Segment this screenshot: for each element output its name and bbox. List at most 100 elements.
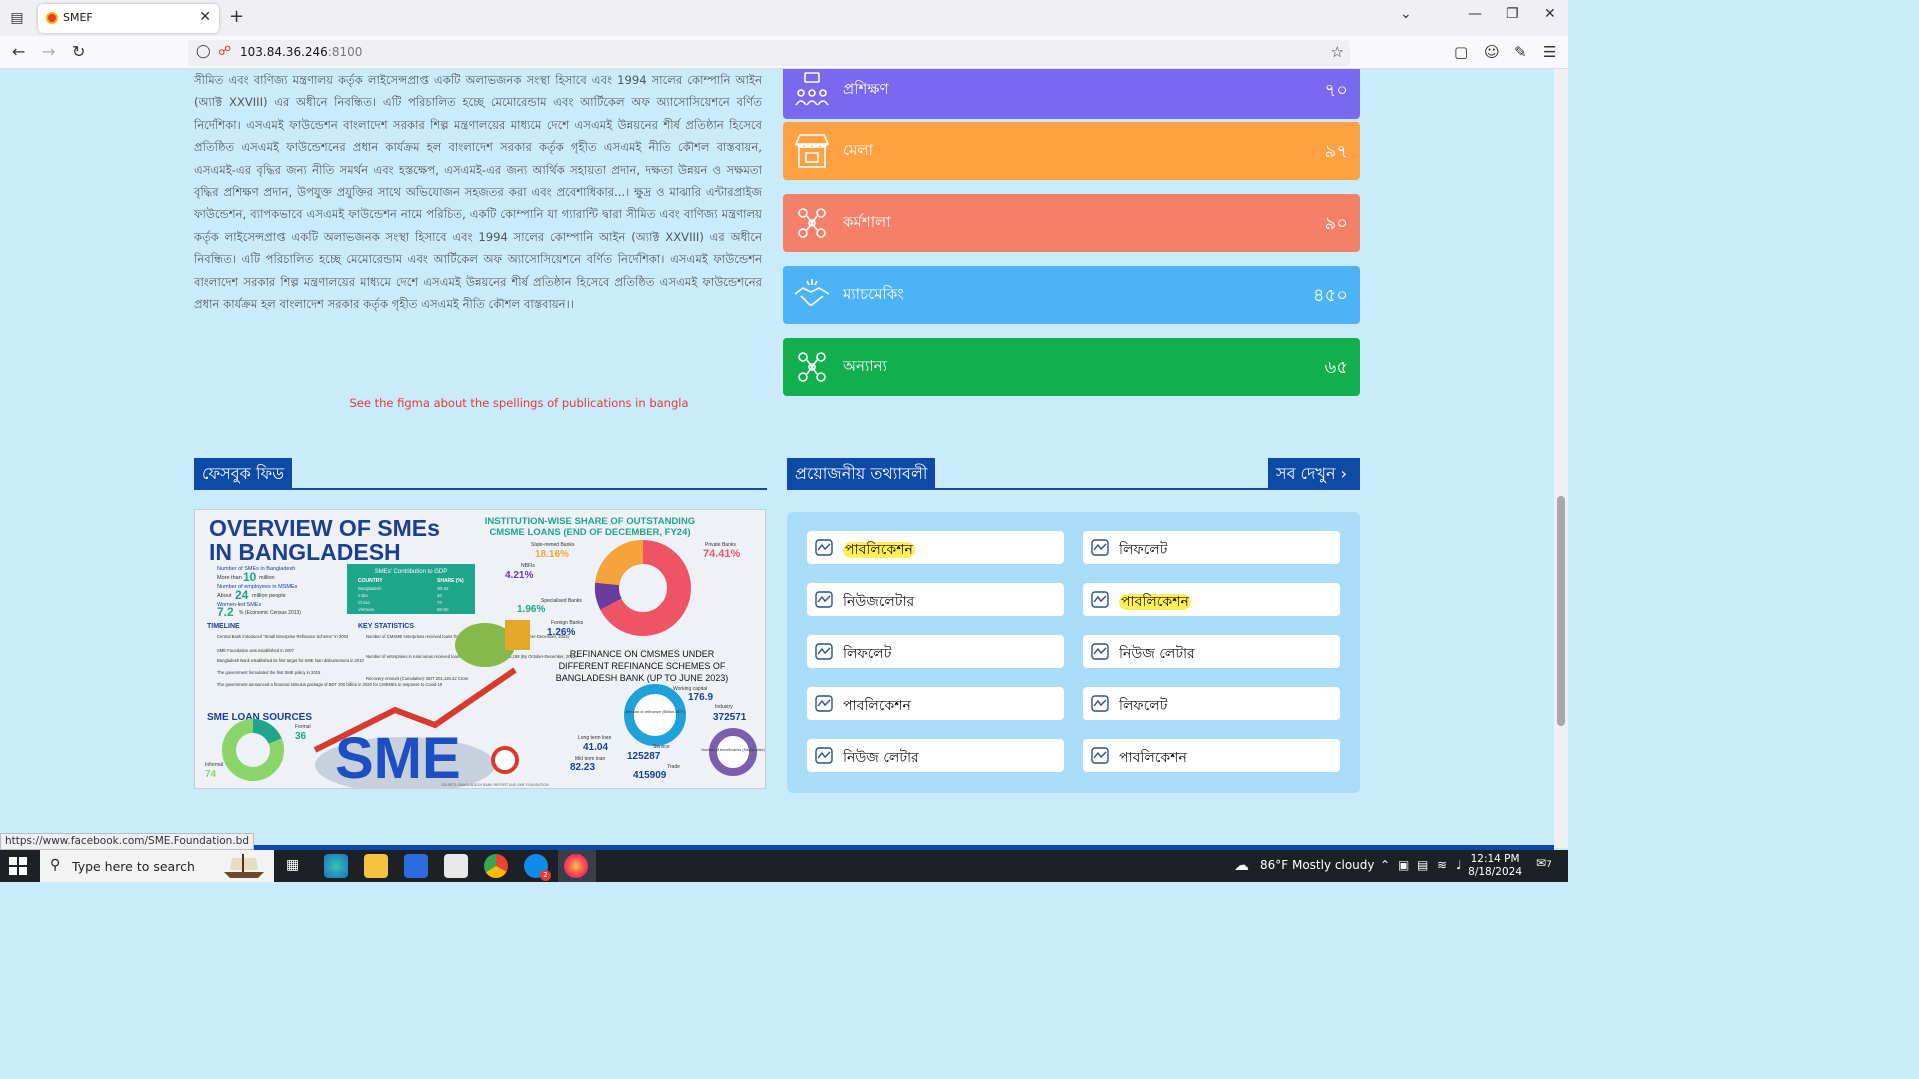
stat-value: ৯৭ — [1324, 141, 1348, 162]
restore-icon[interactable]: ❐ — [1506, 6, 1519, 22]
bookmark-star-icon[interactable]: ☆ — [1331, 43, 1344, 61]
info-item-label: পাবলিকেশন — [843, 698, 911, 714]
tray-app-icon[interactable]: ▣ — [1398, 858, 1409, 872]
chart-box-icon — [1091, 539, 1109, 556]
info-item-news-letter[interactable]: নিউজ লেটার — [807, 739, 1064, 772]
tab-smef[interactable]: SMEF ✕ — [38, 4, 219, 33]
taskbar-clock[interactable]: 12:14 PM 8/18/2024 — [1468, 853, 1522, 879]
info-item-publication[interactable]: পাবলিকেশন — [807, 687, 1064, 720]
loan-formal-value: 36 — [295, 731, 307, 742]
info-item-label: নিউজ লেটার — [1119, 646, 1195, 662]
reload-icon[interactable]: ↻ — [72, 42, 85, 61]
infographic-subtitle-2: CMSME LOANS (END OF DECEMBER, FY24) — [489, 527, 690, 538]
stat-card-matchmaking[interactable]: ম্যাচমেকিং ৪৫০ — [783, 266, 1360, 324]
info-item-label: লিফলেট — [1119, 542, 1168, 558]
info-item-leaflet[interactable]: লিফলেট — [1083, 687, 1340, 720]
chrome-icon[interactable] — [484, 854, 508, 878]
taskbar-search[interactable]: ⚲ Type here to search — [40, 850, 274, 882]
stat-card-workshop[interactable]: কর্মশালা ৯০ — [783, 194, 1360, 252]
url-text[interactable]: 103.84.36.246:8100 — [240, 45, 362, 59]
stat-value: ৪৫০ — [1312, 285, 1348, 306]
extensions-icon[interactable]: ✎ — [1514, 43, 1527, 61]
gdp-row-country: Vietnam — [358, 607, 375, 612]
training-icon — [795, 72, 829, 106]
clock-time: 12:14 PM — [1470, 853, 1520, 865]
stat-card-fair[interactable]: মেলা ৯৭ — [783, 122, 1360, 180]
gdp-col-country: COUNTRY — [358, 578, 383, 584]
info-list: পাবলিকেশন লিফলেট নিউজলেটার পাবলিকেশন লিফ… — [787, 512, 1360, 793]
facebook-post-card[interactable]: OVERVIEW OF SMEs IN BANGLADESH INSTITUTI… — [194, 509, 766, 789]
long-term-value: 41.04 — [583, 742, 608, 753]
gdp-row-country: China — [358, 600, 370, 605]
volume-icon[interactable]: ♩ — [1456, 858, 1462, 872]
gdp-row-country: India — [358, 593, 368, 598]
minimize-icon[interactable]: — — [1468, 6, 1482, 22]
stat-card-training[interactable]: প্রশিক্ষণ ৭০ — [783, 69, 1360, 119]
weather-text[interactable]: 86°F Mostly cloudy — [1260, 858, 1375, 872]
notifications-icon[interactable]: ✉7 — [1536, 856, 1552, 870]
info-item-newsletter[interactable]: নিউজলেটার — [807, 583, 1064, 616]
cloud-weather-icon[interactable]: ☁ — [1234, 856, 1249, 874]
new-tab-button[interactable]: + — [229, 6, 244, 27]
gdp-row-share: 40 — [437, 593, 443, 598]
facebook-heading-underline — [194, 488, 767, 490]
page-scrollbar[interactable] — [1554, 69, 1568, 848]
timeline-item: Central Bank introduced "Small Enterpris… — [217, 634, 349, 639]
page-content: সীমিত এবং বাণিজ্য মন্ত্রণালয় কর্তৃক লাই… — [0, 69, 1568, 848]
fair-stall-icon — [794, 134, 830, 168]
scrollbar-thumb[interactable] — [1557, 496, 1565, 726]
tab-list-icon[interactable]: ▤ — [6, 8, 28, 28]
skype-icon[interactable]: 2 — [524, 854, 551, 881]
handshake-icon — [794, 279, 830, 306]
insecure-lock-icon[interactable]: ☍ — [218, 44, 231, 59]
trade-label: Trade — [667, 764, 680, 770]
info-item-publication[interactable]: পাবলিকেশন — [1083, 739, 1340, 772]
gdp-table-title: SMEs' Contribution to GDP — [375, 569, 448, 575]
stat-women-suffix: % (Economic Census 2013) — [239, 610, 301, 616]
forward-icon[interactable]: → — [42, 42, 55, 61]
tray-chevron-up-icon[interactable]: ⌃ — [1380, 858, 1390, 872]
about-text: সীমিত এবং বাণিজ্য মন্ত্রণালয় কর্তৃক লাই… — [194, 73, 762, 312]
industry-label: Industry — [715, 704, 733, 710]
stat-smes-value: 10 — [243, 570, 257, 584]
edge-icon[interactable] — [324, 854, 348, 878]
chevron-down-icon[interactable]: ⌄ — [1400, 6, 1412, 22]
shield-icon[interactable]: ◯ — [196, 44, 211, 59]
pocket-icon[interactable]: ▢ — [1454, 43, 1468, 61]
url-bar[interactable]: ◯ ☍ 103.84.36.246:8100 ☆ — [188, 40, 1350, 66]
key-statistics-title: KEY STATISTICS — [358, 623, 414, 630]
back-icon[interactable]: ← — [12, 42, 25, 61]
close-window-icon[interactable]: ✕ — [1544, 6, 1556, 22]
infographic-title-1: OVERVIEW OF SMEs — [209, 515, 440, 541]
stat-employees-prefix: About — [217, 593, 232, 599]
task-view-icon[interactable]: ▦ — [286, 857, 299, 873]
info-item-leaflet[interactable]: লিফলেট — [1083, 531, 1340, 564]
info-item-leaflet[interactable]: লিফলেট — [807, 635, 1064, 668]
tab-title: SMEF — [63, 11, 93, 24]
industry-value: 372571 — [713, 712, 747, 723]
see-all-button[interactable]: সব দেখুন › — [1268, 458, 1360, 490]
infographic-title-2: IN BANGLADESH — [209, 539, 401, 565]
chart-box-icon — [815, 539, 833, 556]
info-item-label: লিফলেট — [1119, 698, 1168, 714]
close-tab-icon[interactable]: ✕ — [199, 9, 211, 25]
info-item-publication[interactable]: পাবলিকেশন — [1083, 583, 1340, 616]
menu-icon[interactable]: ☰ — [1543, 43, 1556, 61]
sme-big-letters: SME — [335, 726, 461, 789]
taskbar-search-placeholder: Type here to search — [72, 859, 195, 874]
mail-icon[interactable] — [444, 854, 468, 878]
file-explorer-icon[interactable] — [364, 854, 388, 878]
timeline-item: The government announced a financial sti… — [217, 682, 443, 687]
donut-private-value: 74.41% — [703, 548, 741, 560]
store-icon[interactable] — [404, 854, 428, 878]
info-item-publication[interactable]: পাবলিকেশন — [807, 531, 1064, 564]
tray-app2-icon[interactable]: ▤ — [1417, 858, 1428, 872]
account-icon[interactable]: ☺ — [1484, 43, 1500, 61]
sme-infographic: OVERVIEW OF SMEs IN BANGLADESH INSTITUTI… — [195, 510, 765, 789]
windows-start-icon[interactable] — [8, 856, 28, 876]
info-item-label: পাবলিকেশন — [1119, 750, 1187, 766]
wifi-icon[interactable]: ≋ — [1437, 858, 1447, 872]
info-item-news-letter[interactable]: নিউজ লেটার — [1083, 635, 1340, 668]
firefox-icon[interactable] — [564, 854, 588, 878]
stat-card-others[interactable]: অন্যান্য ৬৫ — [783, 338, 1360, 396]
